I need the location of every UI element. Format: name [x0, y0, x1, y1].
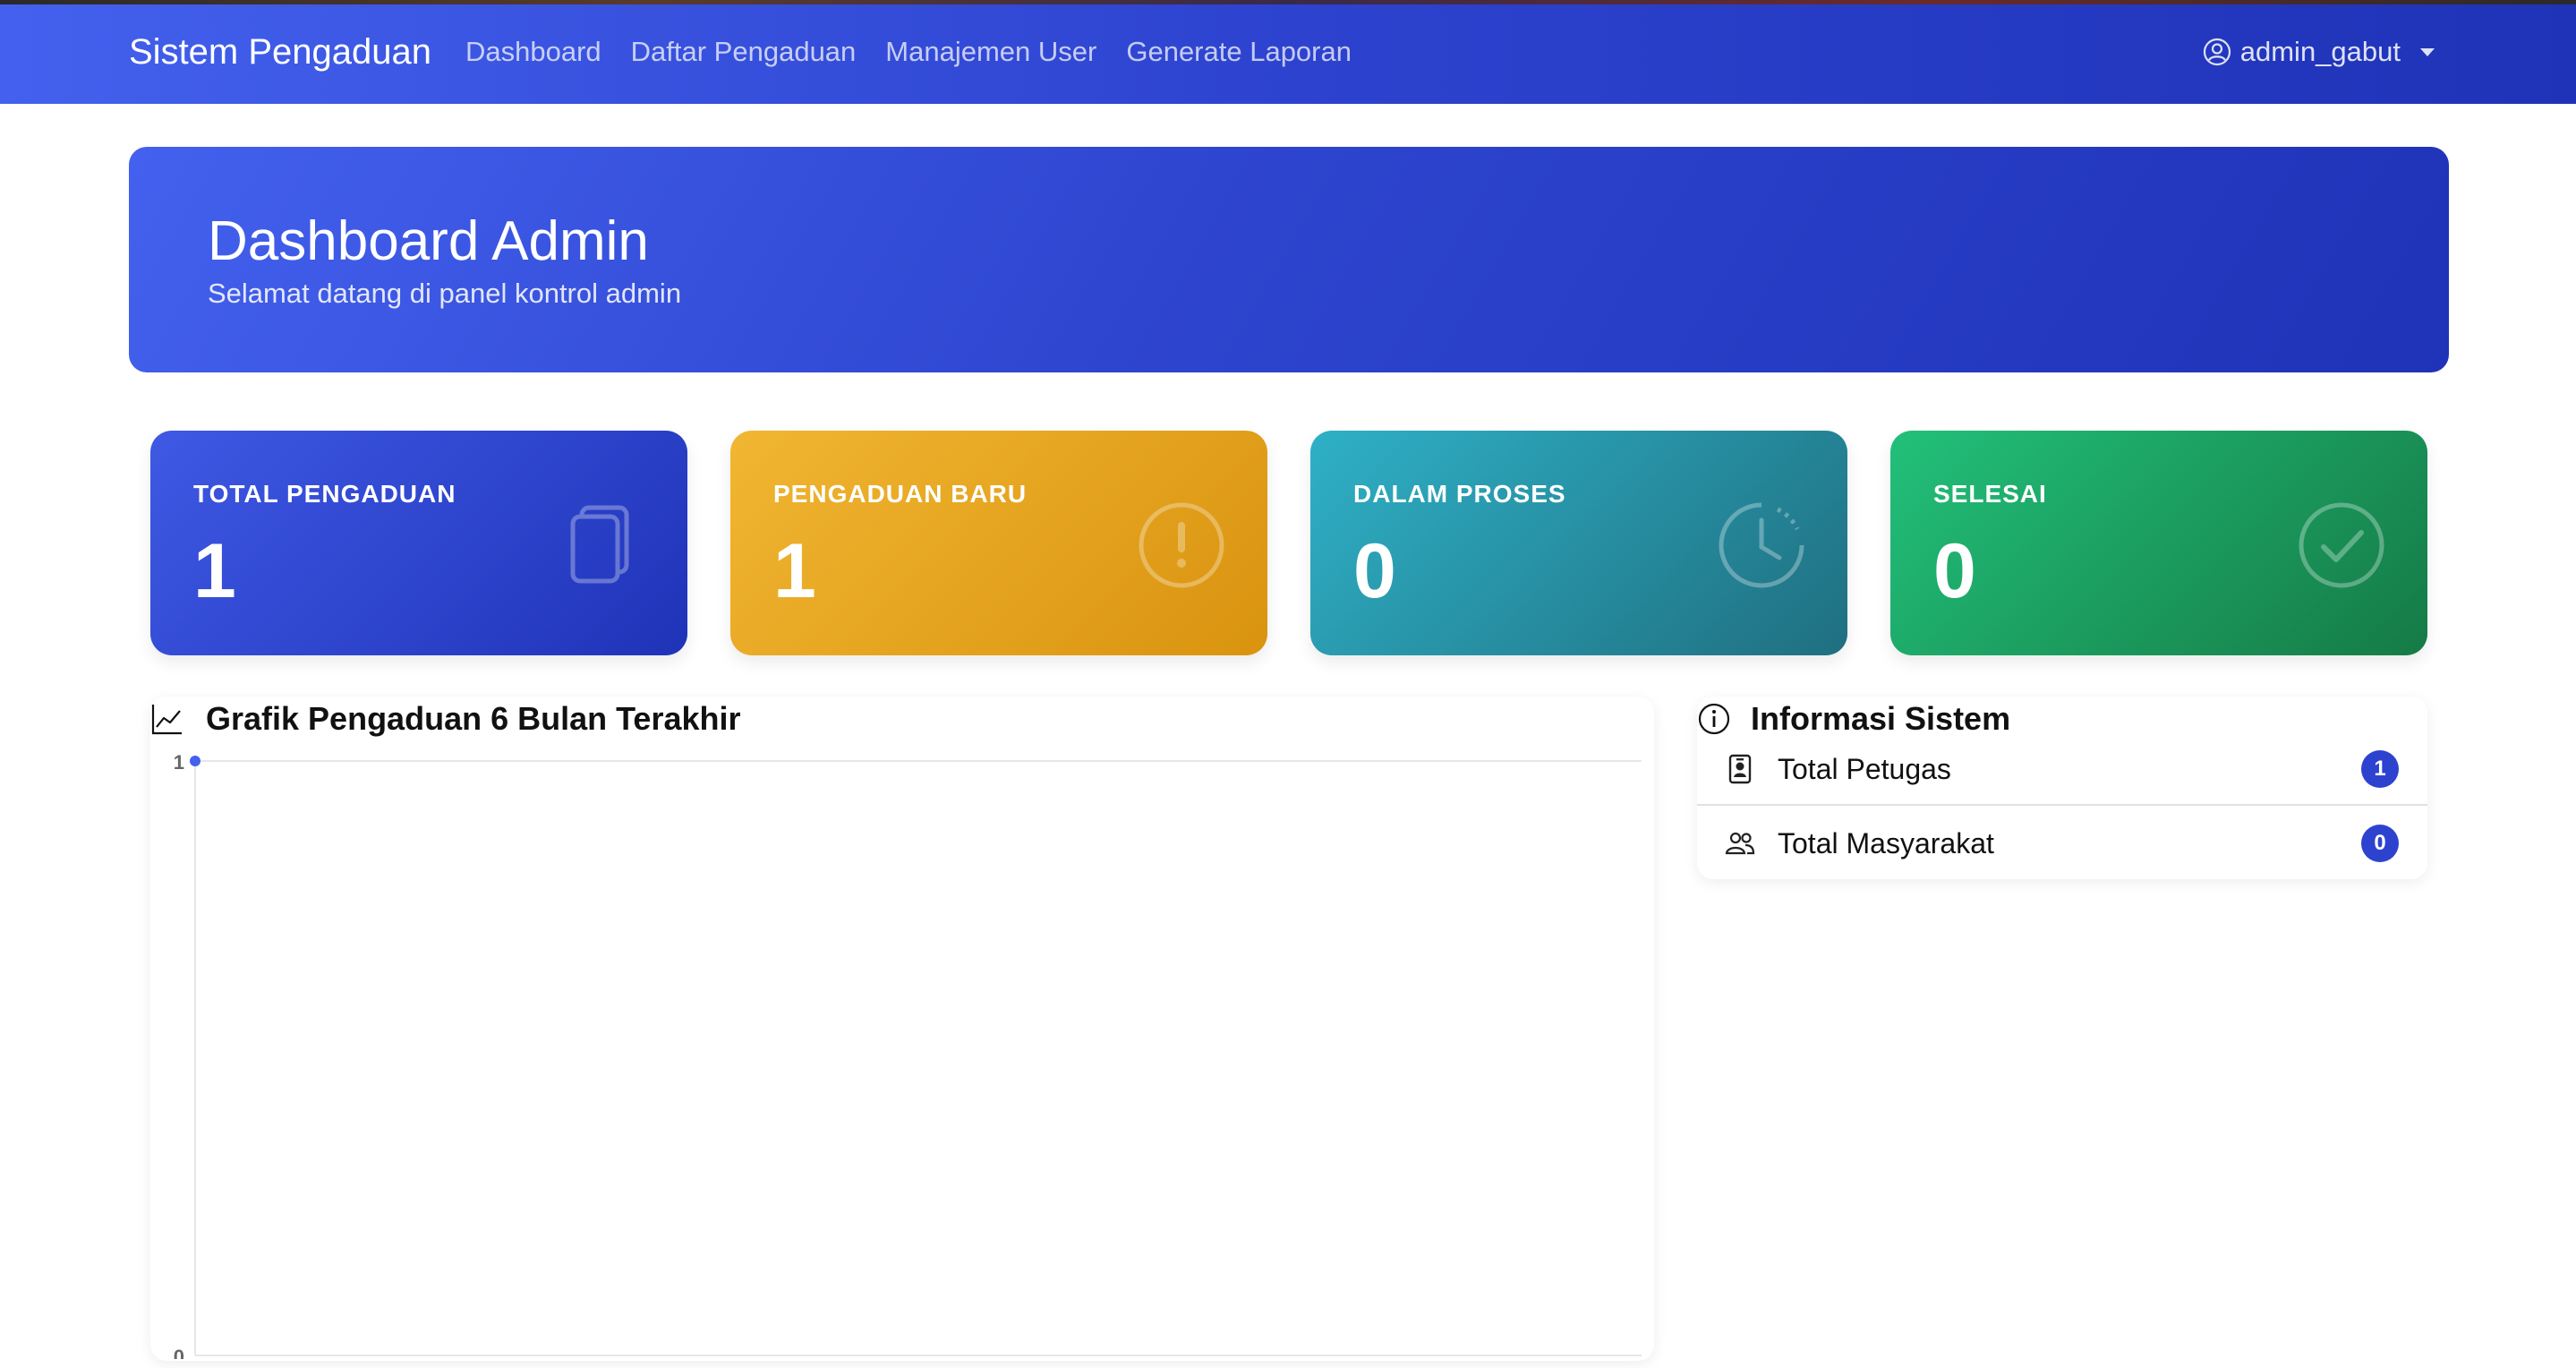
nav-link-generate-laporan[interactable]: Generate Laporan [1126, 36, 1352, 68]
stat-value: 0 [1933, 528, 1976, 614]
nav-link-manajemen-user[interactable]: Manajemen User [885, 36, 1096, 68]
people-icon [1725, 832, 1755, 855]
username: admin_gabut [2239, 36, 2401, 67]
stat-label: DALAM PROSES [1353, 480, 1566, 508]
line-chart-icon [151, 705, 182, 735]
stat-card-selesai: SELESAI 0 [1890, 431, 2427, 655]
line-chart: 012024-11 [174, 751, 1642, 1359]
page-subtitle: Selamat datang di panel kontrol admin [208, 278, 682, 309]
list-item-total-masyarakat: Total Masyarakat 0 [1697, 808, 2427, 879]
nav-link-daftar-pengaduan[interactable]: Daftar Pengaduan [631, 36, 857, 68]
count-badge: 1 [2361, 750, 2399, 788]
info-circle-icon [1698, 703, 1730, 735]
files-icon [570, 505, 629, 584]
id-badge-icon [1728, 754, 1752, 784]
chevron-down-icon [2420, 47, 2435, 56]
nav-links: Dashboard Daftar Pengaduan Manajemen Use… [465, 36, 1352, 68]
row-label: Total Masyarakat [1778, 826, 1994, 859]
clock-icon [1719, 502, 1804, 588]
stat-value: 1 [193, 528, 236, 614]
stat-card-dalam-proses: DALAM PROSES 0 [1310, 431, 1847, 655]
top-navbar: Sistem Pengaduan Dashboard Daftar Pengad… [0, 0, 2576, 104]
info-title: Informasi Sistem [1751, 700, 2011, 737]
list-item-total-petugas: Total Petugas 1 [1697, 734, 2427, 806]
window-top-strip [0, 0, 2576, 4]
stat-label: SELESAI [1933, 480, 2047, 508]
brand-link[interactable]: Sistem Pengaduan [129, 32, 431, 73]
row-label: Total Petugas [1778, 752, 1951, 785]
y-tick-label: 1 [174, 751, 184, 774]
info-card: Informasi Sistem Total Petugas 1 Total M… [1697, 697, 2427, 879]
stat-value: 0 [1353, 528, 1396, 614]
stat-value: 1 [773, 528, 816, 614]
stat-label: TOTAL PENGADUAN [193, 480, 456, 508]
count-badge: 0 [2361, 825, 2399, 862]
nav-link-dashboard[interactable]: Dashboard [465, 36, 601, 68]
dashboard-header: Dashboard Admin Selamat datang di panel … [129, 147, 2449, 372]
exclamation-circle-icon [1139, 502, 1224, 588]
chart-card: Grafik Pengaduan 6 Bulan Terakhir 012024… [150, 697, 1654, 1361]
chart-title: Grafik Pengaduan 6 Bulan Terakhir [206, 700, 741, 737]
page-title: Dashboard Admin [208, 210, 649, 272]
check-circle-icon [2299, 502, 2384, 588]
stat-card-pengaduan-baru: PENGADUAN BARU 1 [730, 431, 1267, 655]
stat-label: PENGADUAN BARU [773, 480, 1028, 508]
stat-card-total-pengaduan: TOTAL PENGADUAN 1 [150, 431, 687, 655]
data-point [190, 756, 200, 766]
user-menu-dropdown[interactable]: admin_gabut [2203, 36, 2435, 68]
user-circle-icon [2203, 38, 2231, 66]
y-tick-label: 0 [174, 1346, 184, 1359]
